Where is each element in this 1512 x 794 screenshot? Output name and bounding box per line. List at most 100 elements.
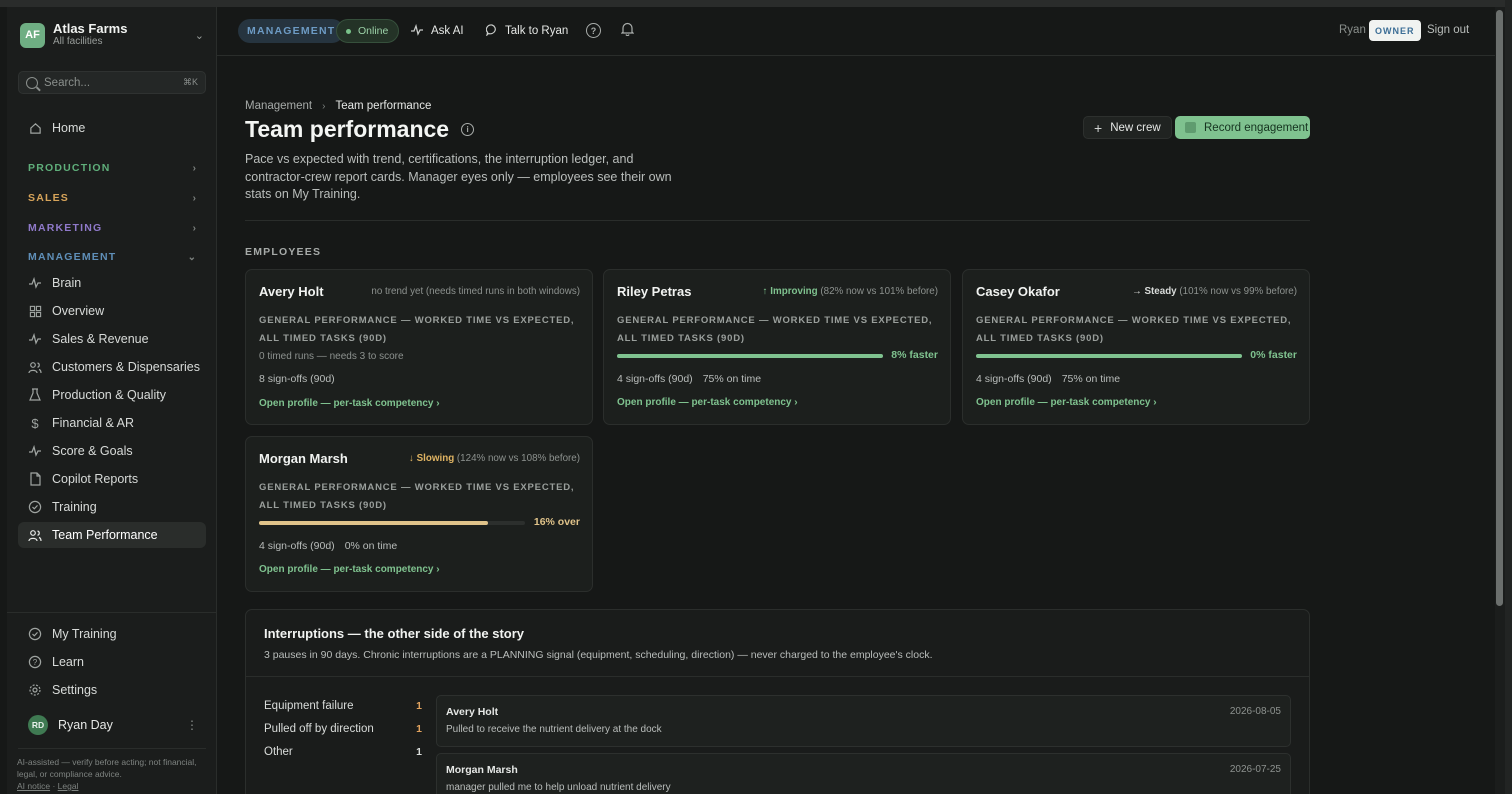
on-time: 75% on time	[702, 373, 762, 385]
sidebar-item-copilot-reports[interactable]: Copilot Reports	[18, 466, 206, 492]
breadcrumb-parent[interactable]: Management	[245, 100, 312, 112]
bell-icon[interactable]	[620, 22, 635, 39]
open-profile-link[interactable]: Open profile — per-task competency ›	[259, 564, 440, 575]
interruptions-subtitle: 3 pauses in 90 days. Chronic interruptio…	[264, 649, 933, 661]
stats-row: 8 sign-offs (90d)	[259, 373, 335, 385]
on-time: 0% on time	[344, 540, 398, 552]
category-label: Other	[264, 746, 293, 758]
sidebar-item-learn[interactable]: ? Learn	[18, 649, 206, 675]
interruption-category: Equipment failure 1	[264, 700, 422, 712]
mode-badge[interactable]: MANAGEMENT	[238, 19, 345, 43]
sidebar-item-label: Sales & Revenue	[52, 332, 149, 346]
sidebar-item-label: Learn	[52, 655, 84, 669]
ask-ai-button[interactable]: Ask AI	[410, 19, 464, 43]
check-circle-icon	[28, 500, 42, 514]
chevron-down-icon: ⌄	[187, 251, 196, 263]
plus-icon: +	[1094, 119, 1103, 136]
sidebar-item-my-training[interactable]: My Training	[18, 621, 206, 647]
kebab-menu-icon[interactable]: ⋮	[186, 718, 198, 732]
sidebar-item-label: Copilot Reports	[52, 472, 139, 486]
window-top-strip	[0, 0, 1512, 7]
section-production[interactable]: PRODUCTION ›	[28, 160, 196, 176]
talk-label: Talk to Ryan	[505, 25, 569, 37]
open-profile-link[interactable]: Open profile — per-task competency ›	[617, 397, 798, 408]
pulse-icon	[28, 444, 42, 458]
sidebar-item-production-quality[interactable]: Production & Quality	[18, 382, 206, 408]
section-sales[interactable]: SALES ›	[28, 190, 196, 206]
window-right-strip	[1505, 0, 1512, 794]
sidebar: AF Atlas Farms All facilities ⌄ Search..…	[7, 7, 217, 794]
user-name: Ryan Day	[58, 718, 113, 732]
sidebar-item-customers[interactable]: Customers & Dispensaries	[18, 354, 206, 380]
entry-employee: Morgan Marsh	[446, 764, 518, 776]
new-crew-button[interactable]: + New crew	[1083, 116, 1172, 139]
sidebar-item-financial[interactable]: $ Financial & AR	[18, 410, 206, 436]
employee-card: Morgan Marsh ↓ Slowing (124% now vs 108%…	[245, 436, 593, 592]
legal-link[interactable]: Legal	[58, 781, 79, 791]
link-separator: ·	[52, 781, 56, 791]
sidebar-item-home[interactable]: Home	[18, 115, 206, 141]
scrollbar-thumb[interactable]	[1496, 10, 1503, 606]
record-engagement-button[interactable]: Record engagement	[1175, 116, 1310, 139]
pace-bar	[259, 521, 525, 525]
sidebar-item-brain[interactable]: Brain	[18, 270, 206, 296]
search-input[interactable]: Search... ⌘K	[18, 71, 206, 94]
sign-out-link[interactable]: Sign out	[1427, 24, 1469, 36]
section-marketing[interactable]: MARKETING ›	[28, 220, 196, 236]
chat-bubble-icon	[485, 23, 498, 39]
category-count: 1	[416, 746, 422, 758]
pace-label: 16% over	[533, 516, 580, 528]
stats-row: 4 sign-offs (90d) 75% on time	[617, 373, 761, 385]
sidebar-item-settings[interactable]: Settings	[18, 677, 206, 703]
talk-to-ryan-button[interactable]: Talk to Ryan	[485, 19, 569, 43]
help-icon[interactable]: ?	[586, 23, 601, 38]
page-title-row: Team performance i	[245, 116, 475, 143]
entry-date: 2026-08-05	[1229, 706, 1281, 717]
home-icon	[28, 121, 42, 135]
signoffs: 4 sign-offs (90d)	[617, 373, 693, 385]
trend-detail: (82% now vs 101% before)	[820, 286, 938, 297]
page-title: Team performance	[245, 116, 450, 142]
employees-section-label: EMPLOYEES	[245, 246, 322, 258]
sidebar-item-overview[interactable]: Overview	[18, 298, 206, 324]
trend-status: ↓ Slowing (124% now vs 108% before)	[409, 453, 580, 464]
on-time: 75% on time	[1061, 373, 1121, 385]
search-placeholder: Search...	[44, 76, 91, 89]
help-icon: ?	[28, 655, 42, 669]
section-management[interactable]: MANAGEMENT ⌄	[28, 249, 196, 265]
sidebar-item-label: Brain	[52, 276, 82, 290]
category-count: 1	[416, 700, 422, 712]
trend-label: ↑ Improving	[762, 286, 818, 297]
search-shortcut: ⌘K	[182, 77, 198, 87]
interruption-entry[interactable]: Morgan Marsh 2026-07-25 manager pulled m…	[436, 753, 1291, 794]
user-menu[interactable]: RD Ryan Day ⋮	[28, 714, 198, 736]
interruption-category: Pulled off by direction 1	[264, 723, 422, 735]
runs-note: 0 timed runs — needs 3 to score	[259, 351, 404, 362]
open-profile-link[interactable]: Open profile — per-task competency ›	[976, 397, 1157, 408]
trend-status: → Steady (101% now vs 99% before)	[1132, 286, 1297, 297]
chevron-right-icon: ›	[192, 222, 196, 234]
ai-notice-link[interactable]: AI notice	[17, 781, 50, 791]
sidebar-item-team-performance[interactable]: Team Performance	[18, 522, 206, 548]
trend-detail: no trend yet (needs timed runs in both w…	[371, 286, 580, 297]
sidebar-item-score-goals[interactable]: Score & Goals	[18, 438, 206, 464]
sidebar-item-label: My Training	[52, 627, 117, 641]
interruption-entry[interactable]: Avery Holt 2026-08-05 Pulled to receive …	[436, 695, 1291, 747]
performance-label: GENERAL PERFORMANCE — WORKED TIME VS EXP…	[617, 315, 933, 344]
org-switcher[interactable]: AF Atlas Farms All facilities ⌄	[20, 21, 204, 49]
gear-icon	[28, 683, 42, 697]
category-label: Equipment failure	[264, 700, 354, 712]
entry-date: 2026-07-25	[1229, 764, 1281, 775]
interruptions-title: Interruptions — the other side of the st…	[264, 626, 525, 641]
sidebar-item-sales-revenue[interactable]: Sales & Revenue	[18, 326, 206, 352]
employee-card: Avery Holt no trend yet (needs timed run…	[245, 269, 593, 425]
employee-name: Avery Holt	[259, 284, 324, 299]
pace-bar-fill	[617, 354, 883, 358]
breadcrumb: Management › Team performance	[245, 100, 431, 112]
info-icon[interactable]: i	[461, 123, 475, 136]
new-crew-label: New crew	[1110, 121, 1161, 134]
sidebar-item-training[interactable]: Training	[18, 494, 206, 520]
trend-detail: (101% now vs 99% before)	[1179, 286, 1297, 297]
open-profile-link[interactable]: Open profile — per-task competency ›	[259, 398, 440, 409]
performance-label: GENERAL PERFORMANCE — WORKED TIME VS EXP…	[259, 482, 575, 511]
